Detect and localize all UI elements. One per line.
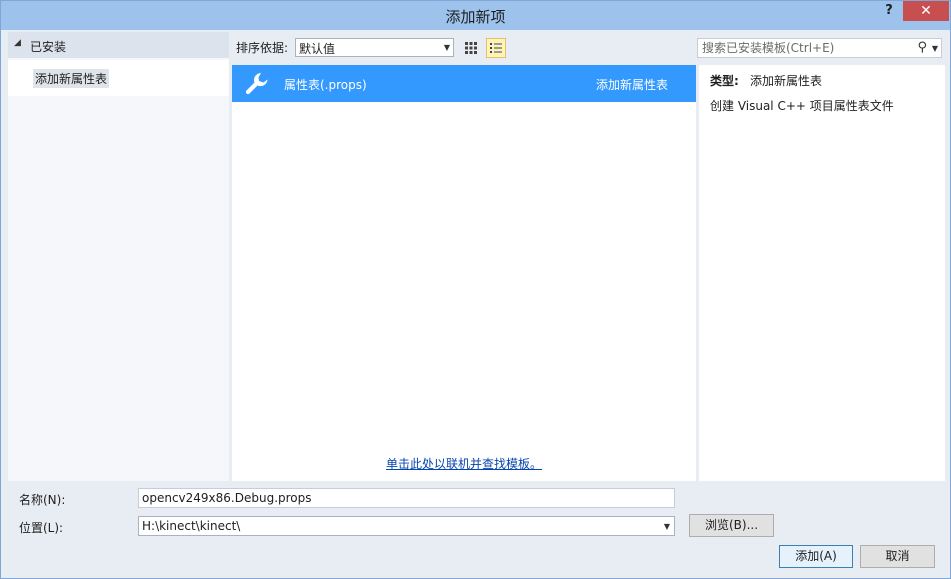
template-item-property-sheet[interactable]: 属性表(.props) 添加新属性表 [232,65,696,102]
type-value: 添加新属性表 [750,74,823,88]
cancel-button[interactable]: 取消 [860,545,935,568]
search-icon[interactable]: ⚲ [917,40,927,55]
help-button[interactable]: ? [879,3,899,21]
template-type: 添加新属性表 [595,78,668,92]
category-tree: ◢ 已安装 添加新属性表 [8,32,229,481]
wrench-icon [244,71,270,100]
collapse-triangle-icon[interactable]: ◢ [14,38,21,48]
list-view-button[interactable] [486,38,506,58]
list-view-icon [490,43,502,53]
location-value: H:\kinect\kinect\ [142,519,241,533]
dialog-title: 添加新项 [445,8,506,26]
tree-item-label: 添加新属性表 [33,69,110,88]
location-label: 位置(L): [19,521,64,535]
dropdown-arrow-icon[interactable]: ▼ [664,522,670,531]
template-list: 属性表(.props) 添加新属性表 [232,65,696,481]
type-label: 类型: [710,74,739,88]
template-description: 创建 Visual C++ 项目属性表文件 [710,99,894,113]
search-input[interactable] [698,39,912,57]
template-name: 属性表(.props) [284,78,367,92]
details-pane: 类型: 添加新属性表 创建 Visual C++ 项目属性表文件 [699,65,945,481]
grid-view-icon [465,42,477,54]
browse-button[interactable]: 浏览(B)... [689,514,774,537]
search-dropdown-icon[interactable]: ▼ [932,44,938,53]
grid-view-button[interactable] [461,38,481,58]
sort-by-dropdown[interactable]: 默认值 ▼ [295,38,454,57]
dropdown-arrow-icon: ▼ [443,43,450,52]
sort-by-label: 排序依据: [236,41,289,55]
location-combobox[interactable]: H:\kinect\kinect\ ▼ [138,516,675,536]
tree-node-installed[interactable]: ◢ 已安装 [8,32,229,58]
sort-by-value: 默认值 [299,42,336,56]
search-box: ⚲ ▼ [697,38,942,58]
add-button[interactable]: 添加(A) [779,545,853,568]
title-bar: 添加新项 ? ✕ [1,1,950,30]
name-field[interactable] [138,488,675,508]
online-templates-link[interactable]: 单击此处以联机并查找模板。 [386,455,542,472]
close-button[interactable]: ✕ [903,1,949,21]
add-new-item-dialog: 添加新项 ? ✕ ◢ 已安装 添加新属性表 排序依据: 默认值 ▼ 搜索已安装模… [0,0,951,579]
tree-item-add-property-sheet[interactable]: 添加新属性表 [8,60,229,96]
tree-node-installed-label: 已安装 [30,40,67,54]
name-label: 名称(N): [19,493,66,507]
